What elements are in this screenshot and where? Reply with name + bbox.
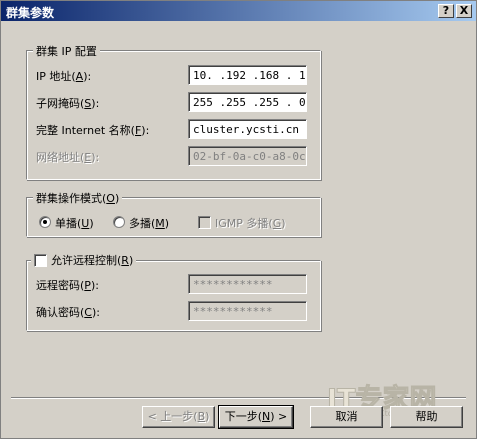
- confirm-password-field: ************: [188, 301, 307, 321]
- close-title-button[interactable]: X: [456, 4, 472, 18]
- remote-password-label: 远程密码(P):: [36, 279, 99, 292]
- remote-control-legend[interactable]: 允许远程控制(R): [31, 252, 137, 268]
- next-button[interactable]: 下一步(N) >: [218, 405, 294, 429]
- window-title: 群集参数: [6, 6, 55, 20]
- igmp-multicast-label: IGMP 多播(G): [215, 217, 286, 230]
- multicast-radio[interactable]: [113, 216, 125, 228]
- ip-address-label: IP 地址(A):: [36, 70, 92, 83]
- subnet-mask-input[interactable]: 255 .255 .255 . 0: [188, 92, 307, 112]
- cancel-button[interactable]: 取消: [310, 406, 383, 428]
- remote-control-checkbox[interactable]: [34, 254, 47, 267]
- ip-address-input[interactable]: 10. .192 .168 . 12: [188, 65, 307, 85]
- network-address-label: 网络地址(E):: [36, 151, 100, 164]
- multicast-label[interactable]: 多播(M): [129, 215, 169, 231]
- full-internet-name-input[interactable]: cluster.ycsti.cn: [188, 119, 307, 139]
- title-bar[interactable]: 群集参数 ? X: [1, 1, 476, 21]
- remote-control-group: 允许远程控制(R) 远程密码(P): ************ 确认密码(C):…: [26, 252, 321, 331]
- dialog-window: 群集参数 ? X 群集 IP 配置 IP 地址(A): 10. .192 .16…: [0, 0, 477, 439]
- ip-config-group: 群集 IP 配置 IP 地址(A): 10. .192 .168 . 12 子网…: [26, 43, 321, 180]
- subnet-mask-label: 子网掩码(S):: [36, 97, 100, 110]
- back-button[interactable]: < 上一步(B): [142, 406, 215, 428]
- full-internet-name-label: 完整 Internet 名称(F):: [36, 124, 150, 137]
- unicast-label[interactable]: 单播(U): [55, 215, 94, 231]
- help-button[interactable]: 帮助: [390, 406, 463, 428]
- radio-selected-dot: [43, 220, 47, 224]
- operation-mode-group: 群集操作模式(O) 单播(U) 多播(M) IGMP 多播(G): [26, 190, 321, 237]
- confirm-password-label: 确认密码(C):: [36, 306, 100, 319]
- remote-password-field: ************: [188, 274, 307, 294]
- operation-mode-legend: 群集操作模式(O): [33, 190, 123, 206]
- network-address-field: 02-bf-0a-c0-a8-0c: [188, 146, 307, 166]
- ip-config-legend: 群集 IP 配置: [33, 43, 100, 59]
- help-title-button[interactable]: ?: [438, 4, 454, 18]
- igmp-multicast-checkbox: [198, 216, 211, 229]
- unicast-radio[interactable]: [39, 216, 51, 228]
